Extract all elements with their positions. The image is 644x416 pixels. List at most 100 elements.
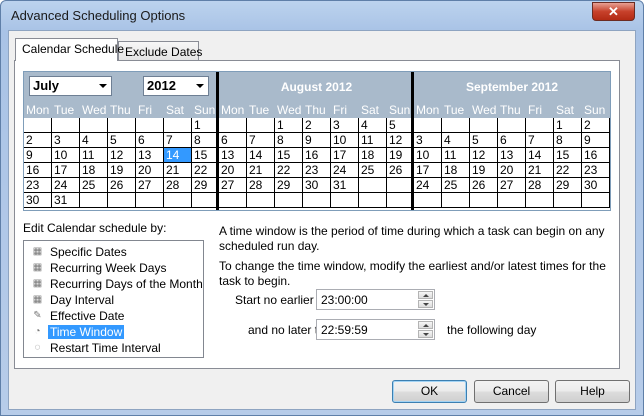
- schedule-option[interactable]: ◌ Restart Time Interval: [24, 340, 203, 356]
- ok-button[interactable]: OK: [392, 380, 467, 403]
- day-cell[interactable]: [108, 118, 136, 133]
- end-time-spinner[interactable]: [418, 321, 433, 338]
- day-cell[interactable]: [526, 118, 554, 133]
- day-cell[interactable]: 30: [303, 178, 331, 193]
- day-cell[interactable]: 9: [303, 133, 331, 148]
- day-cell[interactable]: 27: [498, 178, 526, 193]
- day-cell[interactable]: 4: [80, 133, 108, 148]
- day-cell[interactable]: 2: [582, 118, 610, 133]
- day-cell[interactable]: [526, 193, 554, 208]
- day-cell[interactable]: [554, 193, 582, 208]
- day-cell[interactable]: [470, 118, 498, 133]
- day-cell[interactable]: 7: [247, 133, 275, 148]
- day-cell[interactable]: 29: [554, 178, 582, 193]
- day-cell[interactable]: 1: [275, 118, 303, 133]
- day-cell[interactable]: 18: [442, 163, 470, 178]
- spin-down-icon[interactable]: [418, 330, 433, 338]
- day-cell[interactable]: 6: [136, 133, 164, 148]
- day-cell[interactable]: [275, 193, 303, 208]
- day-cell[interactable]: [52, 118, 80, 133]
- day-cell[interactable]: 10: [52, 148, 80, 163]
- day-cell[interactable]: 14: [247, 148, 275, 163]
- day-cell[interactable]: 28: [526, 178, 554, 193]
- day-cell[interactable]: [582, 193, 610, 208]
- day-cell[interactable]: 12: [470, 148, 498, 163]
- day-cell[interactable]: 1: [554, 118, 582, 133]
- day-cell[interactable]: 16: [24, 163, 52, 178]
- day-cell[interactable]: 17: [331, 148, 359, 163]
- day-cell[interactable]: 28: [164, 178, 192, 193]
- day-cell[interactable]: 8: [554, 133, 582, 148]
- schedule-option[interactable]: ▦ Recurring Week Days: [24, 260, 203, 276]
- day-cell[interactable]: [247, 118, 275, 133]
- cancel-button[interactable]: Cancel: [474, 380, 549, 403]
- day-cell[interactable]: 23: [582, 163, 610, 178]
- day-cell[interactable]: 17: [52, 163, 80, 178]
- tab-exclude-dates[interactable]: Exclude Dates: [118, 41, 202, 61]
- day-cell[interactable]: [108, 193, 136, 208]
- day-cell[interactable]: 18: [359, 148, 387, 163]
- day-cell[interactable]: 31: [52, 193, 80, 208]
- day-cell[interactable]: 11: [442, 148, 470, 163]
- day-cell[interactable]: 30: [582, 178, 610, 193]
- day-cell[interactable]: [136, 118, 164, 133]
- day-cell[interactable]: [24, 118, 52, 133]
- day-cell[interactable]: 21: [164, 163, 192, 178]
- spin-down-icon[interactable]: [418, 300, 433, 308]
- day-cell[interactable]: 30: [24, 193, 52, 208]
- schedule-option[interactable]: ▦ Specific Dates: [24, 244, 203, 260]
- day-cell[interactable]: 16: [582, 148, 610, 163]
- day-cell[interactable]: 3: [414, 133, 442, 148]
- day-cell[interactable]: 24: [52, 178, 80, 193]
- day-cell[interactable]: 4: [442, 133, 470, 148]
- help-button[interactable]: Help: [555, 380, 630, 403]
- day-cell[interactable]: 26: [470, 178, 498, 193]
- day-cell[interactable]: [80, 193, 108, 208]
- day-cell[interactable]: 9: [24, 148, 52, 163]
- day-cell[interactable]: 26: [108, 178, 136, 193]
- schedule-type-list[interactable]: ▦ Specific Dates ▦ Recurring Week Days ▦ Recu…: [23, 240, 204, 358]
- spin-up-icon[interactable]: [418, 321, 433, 329]
- day-cell[interactable]: 5: [108, 133, 136, 148]
- day-cell[interactable]: 18: [80, 163, 108, 178]
- day-cell[interactable]: 16: [303, 148, 331, 163]
- day-cell[interactable]: 11: [80, 148, 108, 163]
- day-cell[interactable]: 6: [219, 133, 247, 148]
- day-cell[interactable]: [498, 193, 526, 208]
- year-select[interactable]: 2012: [143, 76, 209, 96]
- day-cell[interactable]: 23: [303, 163, 331, 178]
- day-cell[interactable]: [136, 193, 164, 208]
- start-time-field[interactable]: 23:00:00: [316, 289, 435, 310]
- day-cell[interactable]: 12: [108, 148, 136, 163]
- day-cell[interactable]: 22: [554, 163, 582, 178]
- day-cell[interactable]: 17: [414, 163, 442, 178]
- day-cell[interactable]: 9: [582, 133, 610, 148]
- day-cell[interactable]: [247, 193, 275, 208]
- day-cell[interactable]: [331, 193, 359, 208]
- day-cell[interactable]: 25: [359, 163, 387, 178]
- schedule-option[interactable]: ◔ Time Window: [24, 324, 203, 340]
- day-cell[interactable]: [498, 118, 526, 133]
- day-cell[interactable]: [414, 193, 442, 208]
- day-cell[interactable]: 27: [219, 178, 247, 193]
- day-cell[interactable]: 5: [470, 133, 498, 148]
- day-cell[interactable]: [164, 118, 192, 133]
- end-time-field[interactable]: 22:59:59: [316, 319, 435, 340]
- day-cell[interactable]: 23: [24, 178, 52, 193]
- day-cell[interactable]: 28: [247, 178, 275, 193]
- day-cell[interactable]: 27: [136, 178, 164, 193]
- day-cell[interactable]: 20: [498, 163, 526, 178]
- day-cell[interactable]: 15: [554, 148, 582, 163]
- day-cell[interactable]: 10: [331, 133, 359, 148]
- tab-calendar-schedule[interactable]: Calendar Schedule: [15, 38, 124, 61]
- day-cell[interactable]: 2: [303, 118, 331, 133]
- schedule-option[interactable]: ▦ Day Interval: [24, 292, 203, 308]
- day-cell[interactable]: 21: [247, 163, 275, 178]
- day-cell[interactable]: [414, 118, 442, 133]
- day-cell[interactable]: 13: [498, 148, 526, 163]
- day-cell[interactable]: 19: [108, 163, 136, 178]
- title-bar[interactable]: Advanced Scheduling Options ✕: [1, 1, 643, 31]
- schedule-option[interactable]: ✎ Effective Date: [24, 308, 203, 324]
- day-cell[interactable]: 6: [498, 133, 526, 148]
- day-cell[interactable]: 25: [442, 178, 470, 193]
